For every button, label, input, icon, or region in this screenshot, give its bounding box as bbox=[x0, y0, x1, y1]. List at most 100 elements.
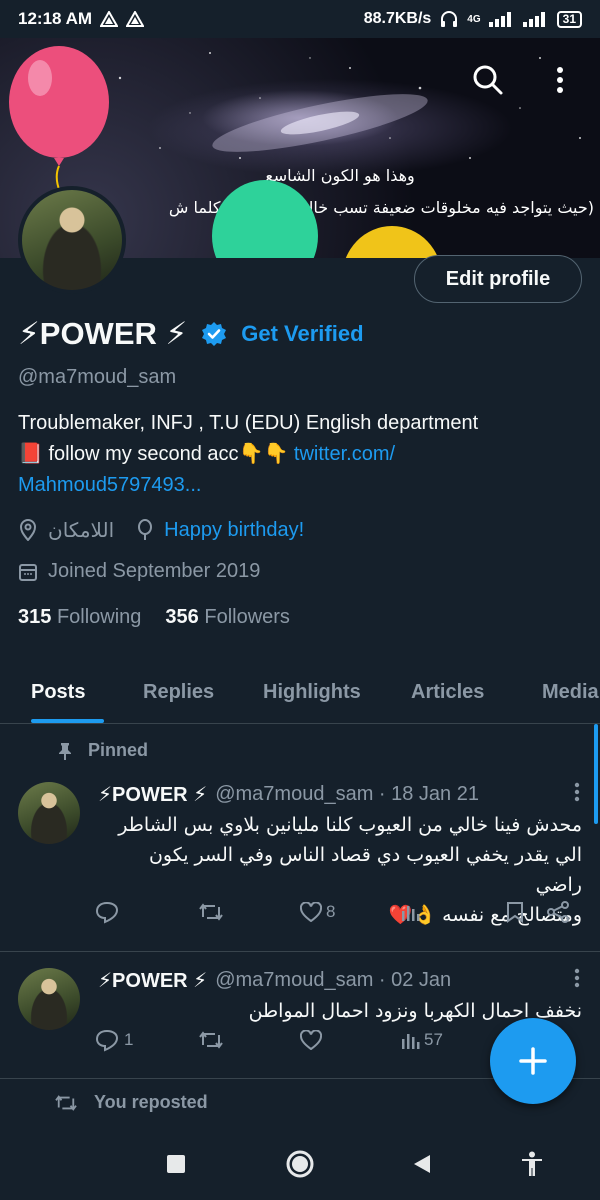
birthday-balloon-pink bbox=[9, 46, 109, 192]
share-icon bbox=[547, 901, 569, 923]
tab-media[interactable]: Media bbox=[542, 660, 600, 724]
recents-button[interactable] bbox=[158, 1146, 194, 1182]
tab-highlights-label: Highlights bbox=[263, 680, 361, 703]
reply-icon bbox=[95, 901, 119, 924]
more-vertical-icon bbox=[557, 67, 563, 93]
tab-posts[interactable]: Posts bbox=[31, 660, 85, 724]
tweet-header: ⚡POWER ⚡ @ma7moud_sam · 18 Jan 21 bbox=[98, 782, 479, 807]
search-icon bbox=[473, 65, 503, 95]
like-button[interactable] bbox=[300, 1030, 322, 1050]
repost-button[interactable] bbox=[198, 901, 224, 923]
bio-line-2: 📕 follow my second acc👇👇 twitter.com/ bbox=[18, 439, 588, 470]
tweet-text-line: محدش فينا خالي من العيوب كلنا مليانين بل… bbox=[118, 814, 582, 836]
tab-replies-label: Replies bbox=[143, 680, 215, 703]
tab-highlights[interactable]: Highlights bbox=[263, 660, 361, 724]
followers-label: Followers bbox=[204, 606, 290, 628]
circle-icon bbox=[286, 1150, 314, 1178]
bookmark-icon bbox=[507, 902, 523, 923]
more-vertical-icon bbox=[574, 968, 580, 988]
tab-articles-label: Articles bbox=[411, 680, 485, 703]
tweet-text: نخفف احمال الكهربا ونزود احمال المواطن bbox=[98, 996, 582, 1026]
views-count: 57 bbox=[424, 1030, 443, 1049]
get-verified-link[interactable]: Get Verified bbox=[241, 321, 363, 347]
views-icon bbox=[402, 906, 420, 921]
headphones-icon bbox=[441, 11, 458, 27]
pinned-label: Pinned bbox=[88, 740, 149, 760]
following-count: 315 bbox=[18, 606, 52, 628]
reply-button[interactable]: 1 bbox=[94, 1028, 133, 1052]
back-triangle-icon bbox=[414, 1155, 430, 1173]
location-icon bbox=[19, 519, 37, 541]
accessibility-icon bbox=[522, 1151, 542, 1176]
network-type: 4G bbox=[467, 13, 481, 25]
repost-indicator: You reposted bbox=[54, 1092, 208, 1113]
app-notification-icon bbox=[126, 11, 145, 27]
tweet-meta: @ma7moud_sam · 18 Jan 21 bbox=[215, 783, 479, 805]
tweet-author-name[interactable]: ⚡POWER ⚡ bbox=[98, 968, 207, 993]
views-button[interactable]: 57 bbox=[400, 1030, 443, 1050]
compose-button[interactable] bbox=[490, 1018, 576, 1104]
profile-joined-date: Joined September 2019 bbox=[48, 560, 261, 582]
views-button[interactable] bbox=[400, 902, 420, 922]
tweet-header: ⚡POWER ⚡ @ma7moud_sam · 02 Jan bbox=[98, 968, 451, 993]
profile-name: ⚡POWER ⚡ bbox=[18, 316, 188, 351]
plus-icon bbox=[519, 1047, 547, 1075]
home-button[interactable] bbox=[282, 1146, 318, 1182]
profile-meta-row: اللامكان Happy birthday! bbox=[18, 518, 304, 542]
verified-badge-icon[interactable] bbox=[201, 321, 227, 347]
tweet-meta: @ma7moud_sam · 02 Jan bbox=[215, 969, 452, 991]
bio-link[interactable]: twitter.com/ bbox=[294, 443, 395, 465]
more-options-button[interactable] bbox=[538, 58, 582, 102]
like-button[interactable]: 8 bbox=[300, 902, 335, 922]
tweet-text-line: الي يقدر يخفي العيوب دي قصاد الناس وفي ا… bbox=[148, 844, 582, 896]
tweet-author-name[interactable]: ⚡POWER ⚡ bbox=[98, 782, 207, 807]
clock: 12:18 AM bbox=[18, 9, 93, 28]
app-notification-icon bbox=[100, 11, 119, 27]
tab-articles[interactable]: Articles bbox=[411, 660, 484, 724]
search-button[interactable] bbox=[466, 58, 510, 102]
profile-tabs: Posts Replies Highlights Articles Media bbox=[0, 660, 600, 724]
tweet-avatar[interactable] bbox=[18, 782, 80, 844]
following-label: Following bbox=[56, 606, 142, 628]
following-link[interactable]: 315 Following bbox=[18, 606, 141, 629]
repost-button[interactable] bbox=[198, 1029, 224, 1051]
birthday-balloon-green bbox=[212, 180, 318, 258]
profile-birthday[interactable]: Happy birthday! bbox=[164, 519, 304, 542]
profile-bio: Troublemaker, INFJ , T.U (EDU) English d… bbox=[18, 408, 588, 501]
bio-link-continued[interactable]: Mahmoud5797493... bbox=[18, 470, 588, 501]
views-icon bbox=[402, 1034, 420, 1049]
followers-link[interactable]: 356 Followers bbox=[165, 606, 290, 629]
bio-line-1: Troublemaker, INFJ , T.U (EDU) English d… bbox=[18, 412, 479, 434]
tab-replies[interactable]: Replies bbox=[143, 660, 214, 724]
birthday-balloon-yellow bbox=[345, 226, 439, 258]
tweet-avatar[interactable] bbox=[18, 968, 80, 1030]
accessibility-button[interactable] bbox=[514, 1146, 550, 1182]
profile-avatar[interactable] bbox=[18, 186, 126, 294]
repost-icon bbox=[199, 1031, 223, 1049]
active-tab-indicator bbox=[31, 719, 104, 723]
balloon-icon bbox=[138, 519, 153, 540]
reply-button[interactable] bbox=[94, 900, 120, 924]
share-button[interactable] bbox=[546, 901, 570, 923]
tweet-more-button[interactable] bbox=[574, 782, 580, 808]
system-nav-bar bbox=[0, 1128, 600, 1200]
square-icon bbox=[167, 1155, 185, 1173]
bookmark-button[interactable] bbox=[506, 901, 524, 923]
pin-icon bbox=[59, 742, 71, 760]
bio-text: 📕 follow my second acc👇👇 bbox=[18, 443, 294, 465]
tweet-more-button[interactable] bbox=[574, 968, 580, 994]
network-speed: 88.7KB/s bbox=[363, 10, 432, 27]
profile-location: اللامكان bbox=[48, 518, 115, 542]
back-button[interactable] bbox=[404, 1146, 440, 1182]
profile-handle: @ma7moud_sam bbox=[18, 366, 177, 388]
edit-profile-button[interactable]: Edit profile bbox=[414, 255, 582, 303]
tab-posts-label: Posts bbox=[31, 680, 86, 703]
signal-icon bbox=[522, 12, 545, 27]
scrollbar[interactable] bbox=[594, 724, 598, 824]
repost-icon bbox=[55, 1094, 77, 1111]
reply-count: 1 bbox=[124, 1030, 134, 1049]
heart-icon bbox=[300, 1030, 322, 1050]
tab-media-label: Media bbox=[542, 680, 599, 703]
follow-stats: 315 Following 356 Followers bbox=[18, 606, 290, 629]
status-bar: 12:18 AM 88.7KB/s 4G 31 bbox=[0, 0, 600, 38]
